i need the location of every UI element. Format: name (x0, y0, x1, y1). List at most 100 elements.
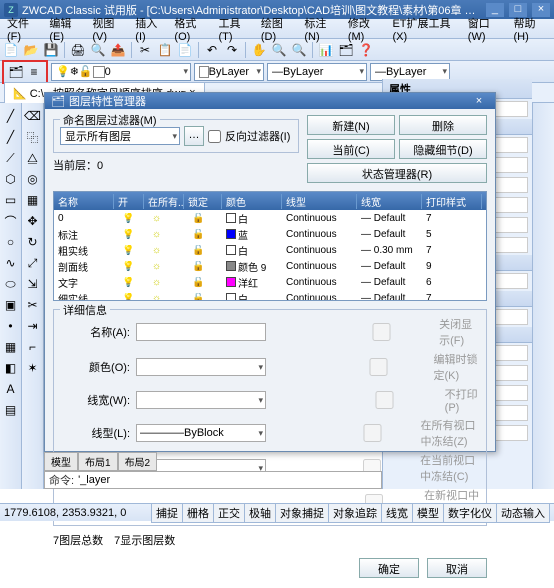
status-toggle[interactable]: 动态输入 (496, 503, 550, 523)
state-manager-button[interactable]: 状态管理器(R) (307, 163, 487, 183)
cut-icon[interactable]: ✂ (136, 41, 154, 59)
set-current-button[interactable]: 当前(C) (307, 139, 395, 159)
command-line[interactable]: 命令: '_layer (44, 471, 382, 489)
circle-icon[interactable]: ○ (2, 233, 20, 251)
help-icon[interactable]: ❓ (357, 41, 375, 59)
layers-icon: 🗂 (51, 95, 65, 108)
status-toggle[interactable]: 对象捕捉 (275, 503, 329, 523)
detail-name-input[interactable] (136, 323, 266, 341)
table-row[interactable]: 文字💡☼🔓洋红Continuous— Default6 (54, 274, 486, 290)
extend-icon[interactable]: ⇥ (24, 317, 42, 335)
hide-details-button[interactable]: 隐藏细节(D) (399, 139, 487, 159)
layout-tab[interactable]: 布局2 (118, 452, 158, 471)
save-icon[interactable]: 💾 (42, 41, 60, 59)
table-row[interactable]: 剖面线💡☼🔓颜色 9Continuous— Default9 (54, 258, 486, 274)
layout-tab[interactable]: 布局1 (78, 452, 118, 471)
detail-linetype-combo[interactable]: ———— ByBlock (136, 424, 266, 442)
pan-icon[interactable]: ✋ (250, 41, 268, 59)
trim-icon[interactable]: ✂ (24, 296, 42, 314)
menu-item[interactable]: ET扩展工具(X) (387, 13, 462, 45)
menu-item[interactable]: 帮助(H) (508, 13, 552, 45)
cancel-button[interactable]: 取消 (427, 558, 487, 578)
column-header[interactable]: 颜色 (222, 194, 282, 209)
status-toggle[interactable]: 线宽 (381, 503, 413, 523)
filter-browse-button[interactable]: … (184, 126, 204, 146)
erase-icon[interactable]: ⌫ (24, 107, 42, 125)
status-toggle[interactable]: 模型 (412, 503, 444, 523)
linetype-combo[interactable]: — ByLayer (267, 63, 367, 81)
scale-icon[interactable]: ⤢ (24, 254, 42, 272)
undo-icon[interactable]: ↶ (203, 41, 221, 59)
pline-icon[interactable]: ⟋ (2, 149, 20, 167)
move-icon[interactable]: ✥ (24, 212, 42, 230)
open-icon[interactable]: 📂 (22, 41, 40, 59)
column-header[interactable]: 锁定 (184, 194, 222, 209)
props-icon[interactable]: 📊 (317, 41, 335, 59)
preview-icon[interactable]: 🔍 (89, 41, 107, 59)
status-toggle[interactable]: 正交 (213, 503, 245, 523)
dialog-titlebar[interactable]: 🗂 图层特性管理器 × (45, 93, 495, 109)
dialog-close-icon[interactable]: × (469, 95, 489, 107)
table-row[interactable]: 标注💡☼🔓蓝Continuous— Default5 (54, 226, 486, 242)
copy-icon[interactable]: 📋 (156, 41, 174, 59)
column-header[interactable]: 在所有... (144, 194, 184, 209)
ok-button[interactable]: 确定 (359, 558, 419, 578)
layer-combo[interactable]: 💡❄🔓 0 (51, 63, 191, 81)
table-icon[interactable]: ▤ (2, 401, 20, 419)
spline-icon[interactable]: ∿ (2, 254, 20, 272)
status-toggle[interactable]: 数字化仪 (443, 503, 497, 523)
delete-layer-button[interactable]: 删除 (399, 115, 487, 135)
array-icon[interactable]: ▦ (24, 191, 42, 209)
color-combo[interactable]: ByLayer (194, 63, 264, 81)
menu-item[interactable]: 窗口(W) (463, 13, 509, 45)
stretch-icon[interactable]: ⇲ (24, 275, 42, 293)
publish-icon[interactable]: 📤 (109, 41, 127, 59)
xline-icon[interactable]: ╱ (2, 128, 20, 146)
layout-tab[interactable]: 模型 (44, 452, 78, 471)
layer-manager-icon[interactable]: 🗂 (7, 63, 25, 81)
status-toggle[interactable]: 栅格 (182, 503, 214, 523)
copy-obj-icon[interactable]: ⿻ (24, 128, 42, 146)
paste-icon[interactable]: 📄 (176, 41, 194, 59)
status-toggle[interactable]: 极轴 (244, 503, 276, 523)
column-header[interactable]: 线宽 (357, 194, 422, 209)
polygon-icon[interactable]: ⬡ (2, 170, 20, 188)
ellipse-icon[interactable]: ⬭ (2, 275, 20, 293)
design-center-icon[interactable]: 🗂 (337, 41, 355, 59)
status-toggle[interactable]: 对象追踪 (328, 503, 382, 523)
redo-icon[interactable]: ↷ (223, 41, 241, 59)
layer-table[interactable]: 名称开在所有...锁定颜色线型线宽打印样式 0💡☼🔓白Continuous— D… (53, 191, 487, 301)
hatch-icon[interactable]: ▦ (2, 338, 20, 356)
explode-icon[interactable]: ✶ (24, 359, 42, 377)
status-toggle[interactable]: 捕捉 (151, 503, 183, 523)
fillet-icon[interactable]: ⌐ (24, 338, 42, 356)
rotate-icon[interactable]: ↻ (24, 233, 42, 251)
new-layer-button[interactable]: 新建(N) (307, 115, 395, 135)
filter-combo[interactable]: 显示所有图层 (60, 127, 180, 145)
column-header[interactable]: 名称 (54, 194, 114, 209)
point-icon[interactable]: • (2, 317, 20, 335)
layer-state-icon[interactable]: ≡ (25, 63, 43, 81)
lineweight-combo[interactable]: — ByLayer (370, 63, 450, 81)
rect-icon[interactable]: ▭ (2, 191, 20, 209)
table-row[interactable]: 细实线💡☼🔓白Continuous— Default7 (54, 290, 486, 301)
block-icon[interactable]: ▣ (2, 296, 20, 314)
reverse-filter-checkbox[interactable] (208, 130, 221, 143)
mirror-icon[interactable]: ⧋ (24, 149, 42, 167)
detail-color-combo[interactable] (136, 358, 266, 376)
text-icon[interactable]: A (2, 380, 20, 398)
column-header[interactable]: 开 (114, 194, 144, 209)
table-row[interactable]: 0💡☼🔓白Continuous— Default7 (54, 210, 486, 226)
column-header[interactable]: 打印样式 (422, 194, 482, 209)
region-icon[interactable]: ◧ (2, 359, 20, 377)
zoom-icon[interactable]: 🔍 (270, 41, 288, 59)
arc-icon[interactable]: ⌒ (2, 212, 20, 230)
print-icon[interactable]: 🖨 (69, 41, 87, 59)
new-icon[interactable]: 📄 (2, 41, 20, 59)
line-icon[interactable]: ╱ (2, 107, 20, 125)
detail-lineweight-combo[interactable] (136, 391, 266, 409)
offset-icon[interactable]: ◎ (24, 170, 42, 188)
table-row[interactable]: 粗实线💡☼🔓白Continuous— 0.30 mm7 (54, 242, 486, 258)
column-header[interactable]: 线型 (282, 194, 357, 209)
zoom-prev-icon[interactable]: 🔍 (290, 41, 308, 59)
